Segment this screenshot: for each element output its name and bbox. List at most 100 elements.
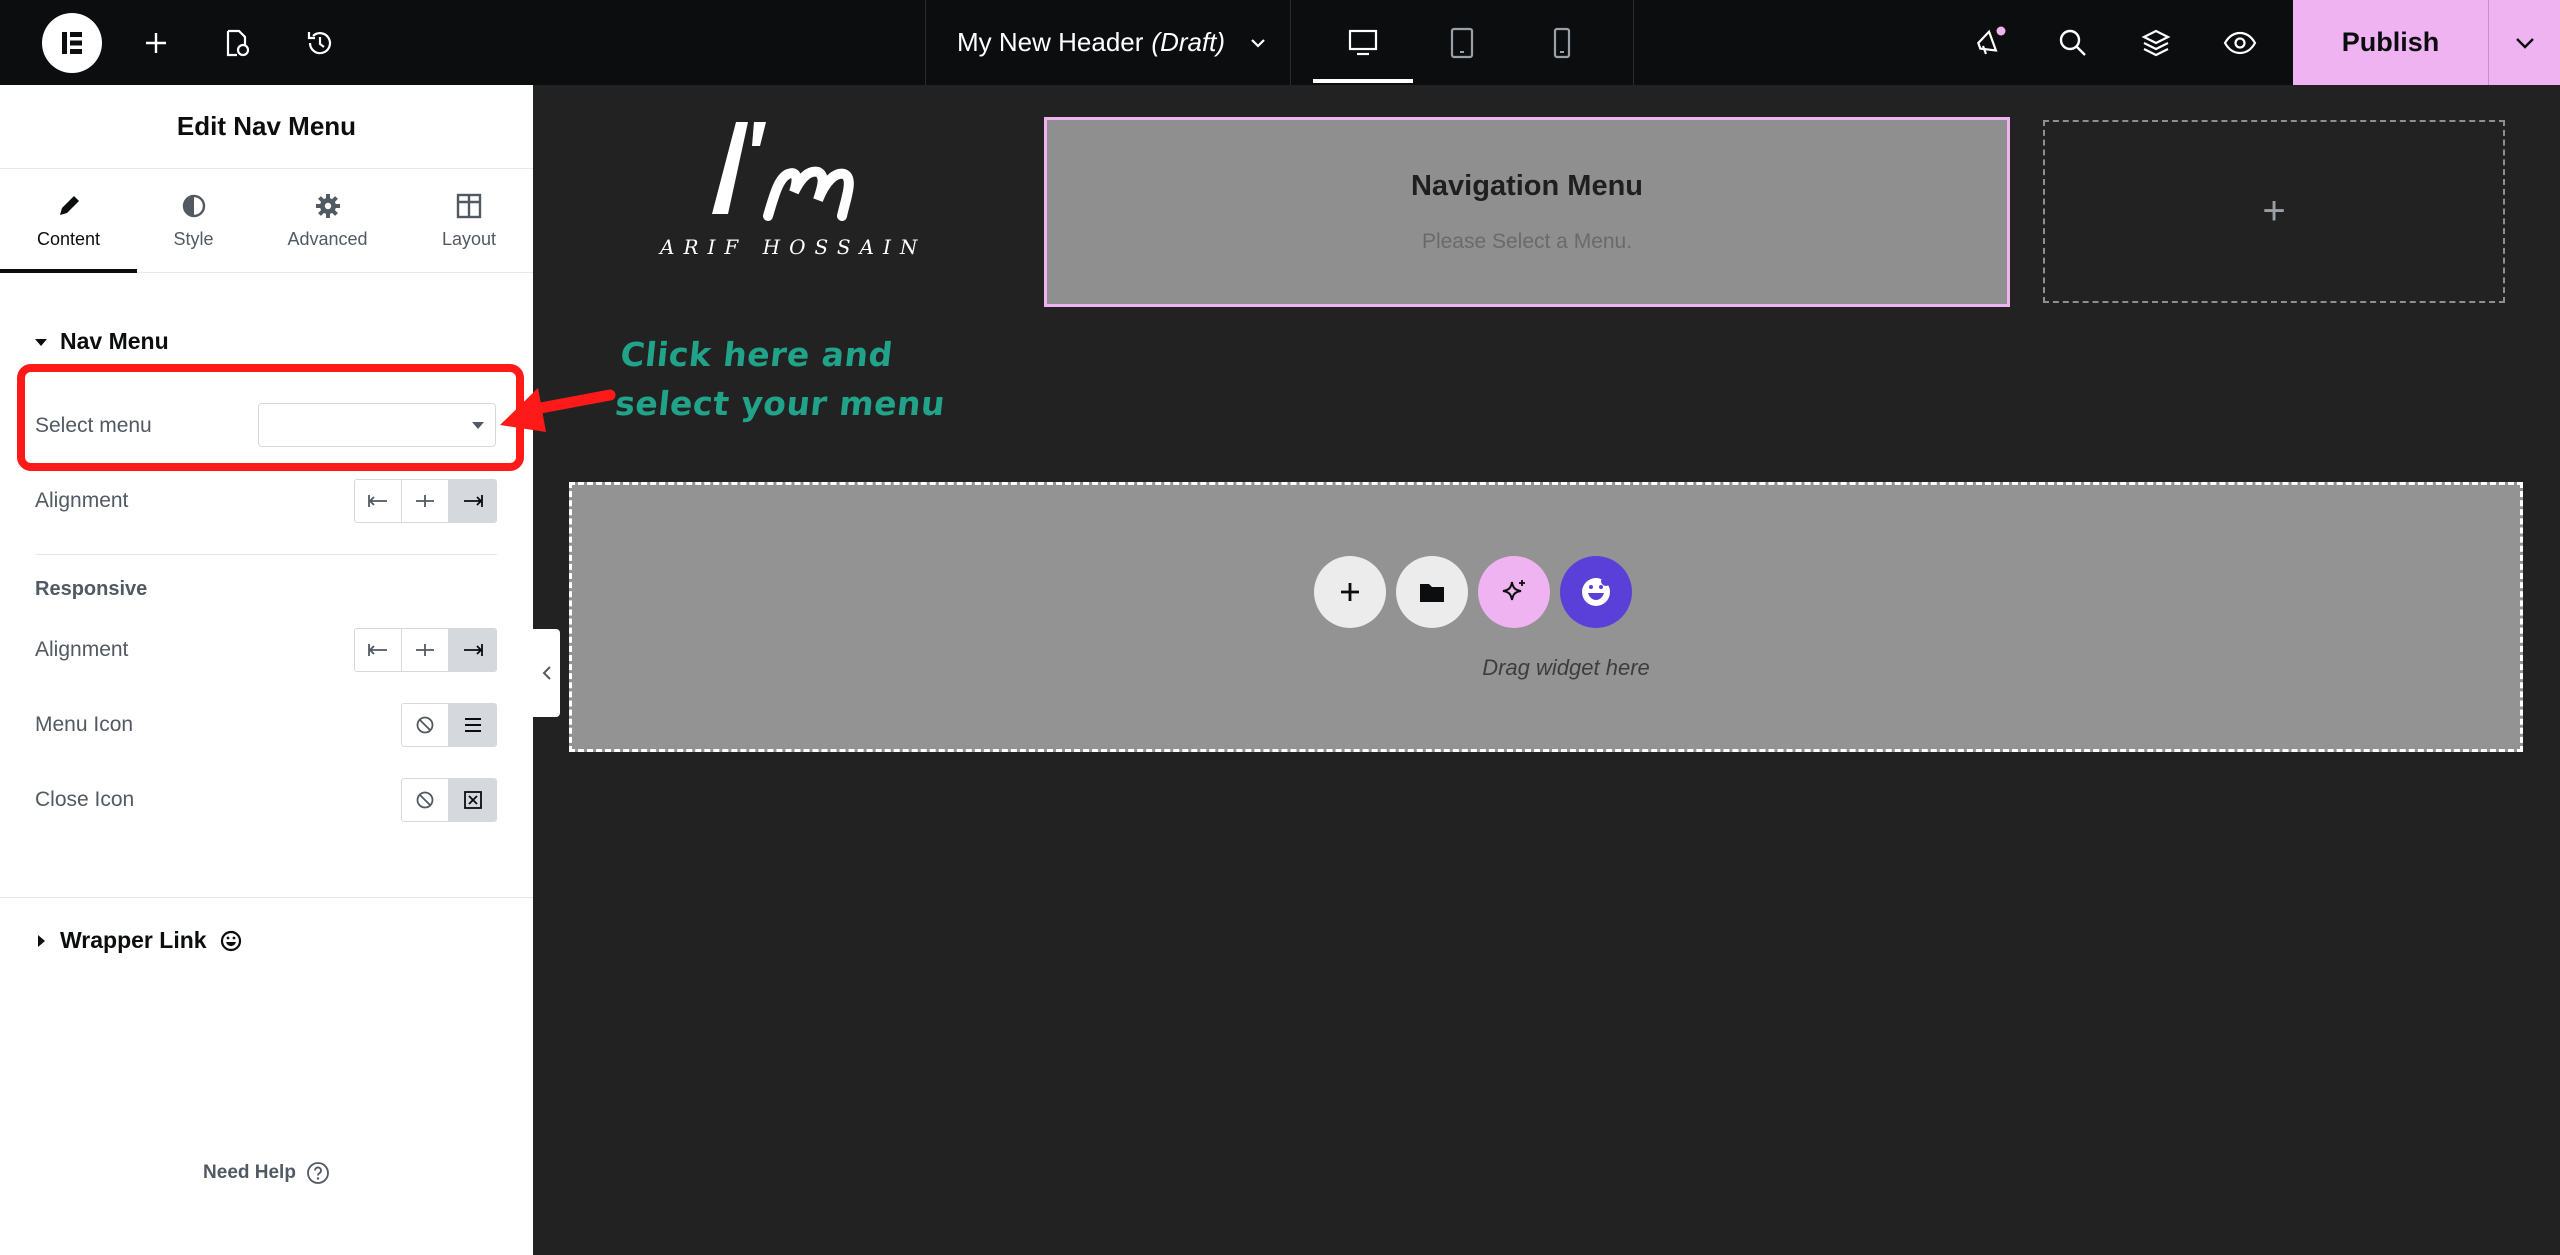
desktop-icon	[1348, 29, 1378, 55]
hamburger-icon	[464, 718, 481, 732]
document-status: (Draft)	[1151, 27, 1226, 57]
divider	[35, 554, 497, 555]
gear-icon	[315, 193, 340, 218]
tab-label: Style	[173, 228, 214, 249]
elementor-logo-icon	[42, 12, 102, 73]
sparkle-icon	[1502, 580, 1525, 601]
pro-emoji-icon	[220, 930, 241, 951]
close-icon-none-button[interactable]	[402, 779, 449, 821]
top-bar: My New Header (Draft) Publish	[0, 0, 2560, 85]
logo-text: ARIF HOSSAIN	[658, 235, 926, 258]
section-wrapper-link-toggle[interactable]: Wrapper Link	[34, 927, 243, 954]
document-title-dropdown[interactable]: My New Header (Draft)	[957, 0, 1269, 85]
history-button[interactable]	[300, 0, 340, 85]
nav-menu-widget[interactable]: Navigation Menu Please Select a Menu.	[1044, 117, 2010, 307]
preview-button[interactable]	[2220, 0, 2260, 85]
chevron-down-icon	[1251, 38, 1265, 48]
highlight-annotation	[17, 364, 524, 471]
close-icon-label: Close Icon	[35, 788, 135, 811]
align-start-icon	[368, 644, 387, 656]
align-start-button[interactable]	[355, 629, 402, 671]
panel-tabs: Content Style Advanced Layout	[0, 169, 533, 273]
menu-icon-control	[401, 703, 497, 747]
chevron-left-icon	[542, 666, 551, 680]
megaphone-icon	[1977, 26, 2006, 54]
search-button[interactable]	[2053, 0, 2093, 85]
tab-label: Content	[36, 228, 101, 249]
divider	[1290, 0, 1291, 85]
page-settings-icon	[226, 29, 250, 56]
drop-area-actions	[572, 556, 2520, 628]
menu-icon-none-button[interactable]	[402, 704, 449, 746]
align-end-button[interactable]	[449, 480, 496, 522]
align-center-button[interactable]	[402, 629, 449, 671]
structure-button[interactable]	[2136, 0, 2176, 85]
mobile-view-button[interactable]	[1542, 0, 1582, 85]
align-start-button[interactable]	[355, 480, 402, 522]
close-icon-control	[401, 778, 497, 822]
collapse-panel-button[interactable]	[533, 629, 560, 717]
divider	[0, 897, 533, 898]
publish-button[interactable]: Publish	[2293, 0, 2488, 85]
publish-options-button[interactable]	[2489, 0, 2560, 85]
page-settings-button[interactable]	[216, 0, 256, 85]
document-title: My New Header	[957, 27, 1144, 57]
tablet-icon	[1450, 27, 1474, 58]
align-center-icon	[416, 495, 434, 507]
divider	[1633, 0, 1634, 85]
section-title: Nav Menu	[60, 328, 169, 354]
need-help-link[interactable]: Need Help	[0, 1161, 533, 1185]
active-tab-indicator	[0, 269, 137, 273]
empty-column-add[interactable]: +	[2043, 120, 2505, 303]
close-box-icon	[463, 791, 482, 809]
drop-area-hint: Drag widget here	[1482, 655, 1650, 680]
contrast-icon	[182, 194, 205, 217]
chevron-down-icon	[2515, 37, 2534, 49]
site-logo[interactable]: ARIF HOSSAIN	[650, 118, 930, 259]
close-icon-x-button[interactable]	[449, 779, 496, 821]
emoji-pro-button[interactable]	[1560, 556, 1632, 628]
ban-icon	[416, 716, 434, 734]
tab-label: Layout	[441, 228, 497, 249]
tab-advanced[interactable]: Advanced	[250, 169, 405, 273]
active-device-indicator	[1313, 79, 1413, 83]
ai-builder-button[interactable]	[1478, 556, 1550, 628]
tablet-view-button[interactable]	[1442, 0, 1482, 85]
menu-icon-hamburger-button[interactable]	[449, 704, 496, 746]
align-center-button[interactable]	[402, 480, 449, 522]
callout-line: Click here and	[618, 335, 895, 374]
desktop-view-button[interactable]	[1343, 0, 1383, 85]
section-nav-menu-toggle[interactable]: Nav Menu	[34, 328, 169, 355]
site-logo-graphic: ARIF HOSSAIN	[658, 122, 926, 259]
nav-widget-placeholder: Please Select a Menu.	[1421, 230, 1633, 253]
callout-annotation: Click here and select your menu	[613, 330, 953, 428]
whats-new-button[interactable]	[1970, 0, 2010, 85]
alignment-control	[354, 479, 497, 523]
emoji-icon	[1582, 576, 1611, 606]
responsive-alignment-label: Alignment	[35, 638, 129, 661]
tab-layout[interactable]: Layout	[405, 169, 533, 273]
tab-style[interactable]: Style	[137, 169, 250, 273]
add-template-button[interactable]	[1396, 556, 1468, 628]
add-section-button[interactable]	[1314, 556, 1386, 628]
add-element-button[interactable]	[136, 0, 176, 85]
elementor-logo-button[interactable]	[40, 0, 104, 85]
tab-content[interactable]: Content	[0, 169, 137, 273]
ban-icon	[416, 791, 434, 809]
plus-icon: +	[2262, 189, 2286, 233]
caret-down-icon	[35, 338, 47, 346]
align-end-icon	[463, 495, 483, 507]
responsive-heading: Responsive	[35, 578, 148, 600]
alignment-label: Alignment	[35, 489, 129, 512]
mobile-icon	[1553, 27, 1571, 58]
search-icon	[2059, 29, 2086, 56]
eye-icon	[2223, 31, 2257, 54]
widget-drop-area[interactable]: Drag widget here	[569, 482, 2523, 752]
section-title: Wrapper Link	[60, 927, 207, 953]
pencil-icon	[59, 195, 79, 215]
callout-line: select your menu	[613, 384, 948, 423]
layers-icon	[2141, 29, 2171, 56]
caret-right-icon	[38, 934, 45, 947]
history-icon	[307, 31, 332, 54]
align-end-button[interactable]	[449, 629, 496, 671]
